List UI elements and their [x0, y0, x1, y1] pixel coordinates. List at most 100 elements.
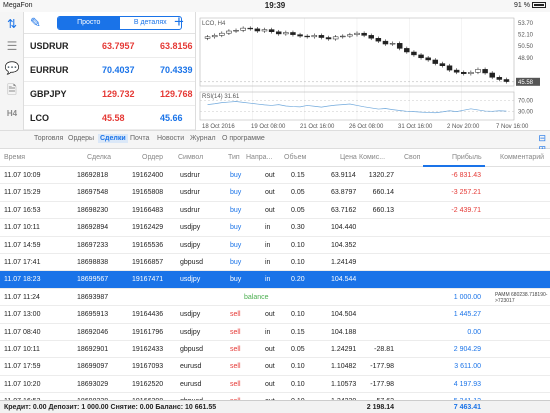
candle [283, 32, 289, 35]
edit-icon[interactable]: ✎ [30, 15, 41, 31]
tab-about[interactable]: О программе [222, 135, 265, 142]
add-symbol-icon[interactable]: + [174, 12, 184, 32]
candle [290, 32, 296, 35]
tab-simple[interactable]: Просто [58, 17, 120, 29]
cell-order: 19165808 [132, 189, 164, 197]
cell-price: 104.440 [331, 224, 357, 232]
quote-bid: 63.7957 [102, 41, 135, 51]
col-commission[interactable]: Комис... [359, 154, 385, 161]
quote-row[interactable]: GBPJPY 129.732 129.768 [24, 82, 195, 106]
cell-time: 11.07 15:29 [4, 189, 41, 197]
table-row[interactable]: 11.07 10:09 18692818 19162400 usdrur buy out 0… [0, 167, 550, 185]
rsi-label: RSI(14) 31.61 [202, 94, 240, 100]
table-row[interactable]: 11.07 17:41 18698838 19166857 gbpusd buy in 0.… [0, 254, 550, 272]
table-row[interactable]: 11.07 08:40 18692046 19161796 usdjpy sell in 0… [0, 324, 550, 341]
cell-volume: 0.15 [291, 172, 305, 179]
col-symbol[interactable]: Символ [178, 154, 203, 161]
cell-swap: -177.98 [370, 380, 394, 388]
cell-deal: 18698230 [77, 206, 109, 214]
col-profit[interactable]: Прибыль [452, 154, 482, 161]
chart-icon[interactable]: ☰ [3, 38, 21, 54]
cell-deal: 18692046 [77, 328, 109, 336]
quote-bid: 45.58 [102, 113, 125, 123]
cell-direction: out [265, 345, 275, 353]
cell-price: 63.7162 [331, 206, 357, 214]
col-swap[interactable]: Своп [404, 154, 420, 161]
candle [211, 35, 218, 38]
table-row[interactable]: 11.07 11:24 18693987 balance 1 000.00 PAMM 6… [0, 289, 550, 307]
cell-time: 11.07 10:11 [4, 224, 40, 232]
chat-icon[interactable]: 💬 [3, 60, 21, 76]
col-type[interactable]: Тип [228, 154, 240, 161]
cell-price: 104.352 [331, 241, 357, 249]
cell-profit: -6 831.43 [451, 172, 481, 179]
cell-profit: 1 000.00 [453, 293, 481, 301]
cell-direction: in [265, 328, 271, 336]
candle [318, 35, 325, 38]
cell-volume: 0.10 [291, 241, 305, 249]
cell-symbol: gbpusd [180, 345, 203, 353]
cell-deal: 18697548 [77, 189, 109, 197]
price-tick: 50.50 [518, 44, 534, 50]
price-tick: 53.70 [518, 21, 534, 27]
table-row[interactable]: 11.07 13:00 18695913 19164436 usdjpy sell out… [0, 306, 550, 324]
cell-order: 19167471 [132, 276, 164, 284]
cell-symbol: usdjpy [180, 224, 201, 232]
candle [461, 72, 467, 74]
tab-deals[interactable]: Сделки [98, 134, 128, 143]
tab-detailed[interactable]: В деталях [120, 17, 182, 29]
quote-ask: 129.768 [160, 89, 193, 99]
table-row[interactable]: 11.07 16:53 18698230 19166483 usdrur buy out 0… [0, 202, 550, 220]
table-row[interactable]: 11.07 10:20 18693029 19162520 eurusd sell out… [0, 376, 550, 394]
candle [219, 32, 225, 36]
quote-symbol: USDRUR [30, 41, 69, 51]
col-comment[interactable]: Комментарий [500, 154, 544, 161]
tab-news[interactable]: Новости [157, 135, 184, 142]
candle [332, 36, 339, 40]
tab-trade[interactable]: Торговля [34, 135, 63, 142]
quote-row[interactable]: LCO 45.58 45.66 [24, 106, 195, 130]
cell-price: 104.544 [331, 276, 357, 284]
tab-mail[interactable]: Почта [130, 135, 149, 142]
col-deal[interactable]: Сделка [87, 154, 111, 161]
quotes-header: ✎ Просто В деталях + [24, 12, 195, 34]
cell-time: 11.07 08:40 [4, 328, 41, 336]
cell-deal: 18693987 [77, 293, 109, 301]
col-direction[interactable]: Напра... [246, 154, 272, 161]
table-row[interactable]: 11.07 15:29 18697548 19165808 usdrur buy out 0… [0, 184, 550, 202]
quote-row[interactable]: USDRUR 63.7957 63.8156 [24, 34, 195, 58]
cell-direction: out [265, 172, 275, 179]
tab-journal[interactable]: Журнал [190, 135, 216, 142]
h4-timeframe-icon[interactable]: H4 [3, 106, 21, 122]
col-volume[interactable]: Объем [284, 154, 306, 161]
tab-orders[interactable]: Ордеры [68, 135, 94, 142]
cell-time: 11.07 17:59 [4, 363, 41, 371]
col-price[interactable]: Цена [340, 154, 357, 161]
cell-order: 19162400 [132, 172, 164, 179]
table-row[interactable]: 11.07 18:23 18699567 19167471 usdjpy buy in 0.… [0, 271, 550, 289]
table-row[interactable]: 11.07 10:11 18692901 19162433 gbpusd sell out… [0, 341, 550, 359]
price-tick: 48.90 [518, 56, 534, 62]
quotes-icon[interactable]: ⇅ [3, 16, 21, 32]
table-row[interactable]: 11.07 10:11 18692894 19162429 usdjpy buy in 0.… [0, 219, 550, 237]
cell-symbol: usdrur [180, 189, 200, 197]
quote-row[interactable]: EURRUR 70.4037 70.4339 [24, 58, 195, 82]
quote-ask: 45.66 [160, 113, 183, 123]
table-row[interactable]: 11.07 17:59 18699097 19167093 eurusd sell out… [0, 358, 550, 376]
chart-panel[interactable]: 53.70 52.10 50.50 48.90 45.58 LCO, H4 RSI(14) … [196, 12, 550, 130]
candle [475, 69, 481, 73]
document-icon[interactable]: 🗎 [3, 82, 21, 98]
quote-ask: 70.4339 [160, 65, 193, 75]
cell-volume: 0.30 [291, 224, 305, 232]
cell-deal: 18699097 [77, 363, 109, 371]
cell-swap: 1320.27 [368, 172, 394, 179]
cell-deal: 18697233 [77, 241, 109, 249]
candle [453, 69, 460, 73]
swap-total: 2 198.14 [366, 404, 394, 411]
candle [411, 51, 417, 56]
col-order[interactable]: Ордер [142, 154, 163, 161]
table-row[interactable]: 11.07 14:59 18697233 19165536 usdjpy buy in 0.… [0, 237, 550, 254]
price-chart[interactable]: 53.70 52.10 50.50 48.90 45.58 LCO, H4 RSI(14) … [196, 12, 550, 130]
candle [496, 77, 503, 80]
col-time[interactable]: Время [4, 154, 25, 161]
